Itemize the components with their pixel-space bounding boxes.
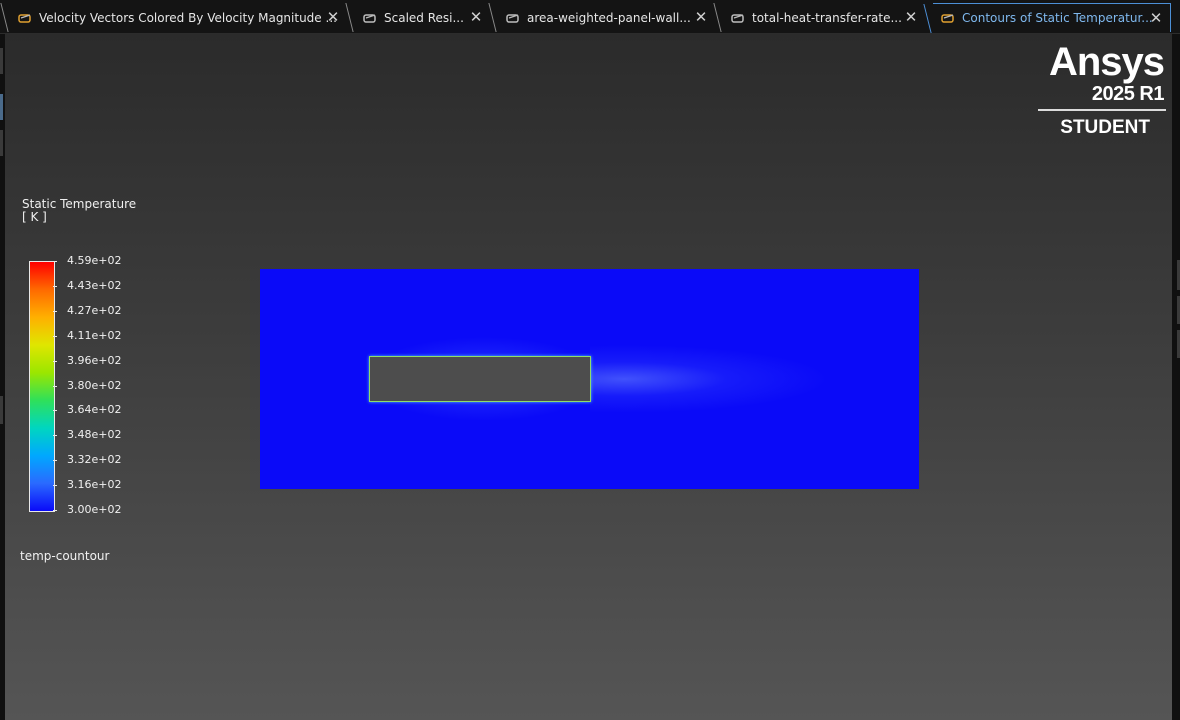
tab-label: total-heat-transfer-rate... — [752, 10, 902, 25]
colorbar-tick — [53, 261, 57, 262]
close-icon[interactable]: ✕ — [693, 8, 709, 26]
ansys-logo: Ansys 2025 R1 STUDENT — [1030, 38, 1170, 143]
right-panel-edge — [1172, 34, 1180, 720]
colorbar-tick — [53, 385, 57, 387]
colorbar-tick-label: 3.96e+02 — [67, 353, 122, 367]
legend-unit: [ K ] — [22, 210, 47, 224]
colorbar-tick-label: 3.64e+02 — [67, 403, 122, 417]
colorbar-tick-label: 4.43e+02 — [67, 278, 122, 292]
graphics-window-icon — [18, 13, 31, 23]
colorbar-tick-label: 3.80e+02 — [67, 378, 122, 392]
close-icon[interactable]: ✕ — [1148, 9, 1164, 27]
colorbar-tick-label: 3.48e+02 — [67, 428, 122, 442]
colorbar-tick — [53, 335, 57, 337]
logo-brand: Ansys — [1048, 40, 1165, 84]
tab-total-heat-transfer[interactable]: total-heat-transfer-rate... ✕ — [713, 3, 925, 32]
graphics-window-icon — [363, 13, 376, 23]
colorbar-tick — [53, 510, 57, 511]
tab-area-weighted[interactable]: area-weighted-panel-wall... ✕ — [488, 3, 715, 32]
graphics-window-icon — [731, 13, 744, 23]
tab-scaled-residuals[interactable]: Scaled Resi... ✕ — [345, 3, 490, 32]
colorbar-tick-label: 3.16e+02 — [67, 478, 122, 492]
tab-label: Velocity Vectors Colored By Velocity Mag… — [39, 10, 337, 25]
colorbar-tick-label: 4.11e+02 — [67, 328, 122, 342]
colorbar-tick-label: 4.27e+02 — [67, 303, 122, 317]
colorbar-tick — [53, 460, 57, 462]
close-icon[interactable]: ✕ — [903, 8, 919, 26]
temperature-contour-field — [260, 269, 919, 489]
tab-velocity-vectors[interactable]: Velocity Vectors Colored By Velocity Mag… — [0, 3, 347, 32]
logo-version: 2025 R1 — [1091, 83, 1165, 105]
tab-label: Scaled Resi... — [384, 10, 464, 25]
colorbar-tick — [53, 310, 57, 312]
logo-divider — [1038, 109, 1166, 111]
heated-plate — [369, 356, 591, 402]
colorbar-tick-label: 3.00e+02 — [67, 503, 122, 516]
tab-label: Contours of Static Temperatur... — [962, 11, 1153, 25]
colorbar — [29, 261, 55, 512]
thermal-wake — [590, 345, 919, 413]
tab-bar: Velocity Vectors Colored By Velocity Mag… — [0, 0, 1180, 34]
colorbar-tick — [53, 360, 57, 362]
colorbar-tick-label: 4.59e+02 — [67, 254, 122, 267]
graphics-window-icon — [941, 14, 954, 23]
colorbar-tick — [53, 435, 57, 437]
colorbar-tick — [53, 485, 57, 487]
close-icon[interactable]: ✕ — [468, 8, 484, 26]
contour-name: temp-countour — [20, 549, 110, 563]
colorbar-tick-label: 3.32e+02 — [67, 453, 122, 467]
graphics-window-icon — [506, 13, 519, 23]
colorbar-tick — [53, 285, 57, 287]
close-icon[interactable]: ✕ — [325, 8, 341, 26]
tab-label: area-weighted-panel-wall... — [527, 10, 691, 25]
tab-contours-static-temperature[interactable]: Contours of Static Temperatur... ✕ — [923, 3, 1171, 33]
colorbar-tick — [53, 410, 57, 412]
logo-edition: STUDENT — [1060, 117, 1150, 138]
legend-title: Static Temperature [ K ] — [22, 198, 136, 224]
